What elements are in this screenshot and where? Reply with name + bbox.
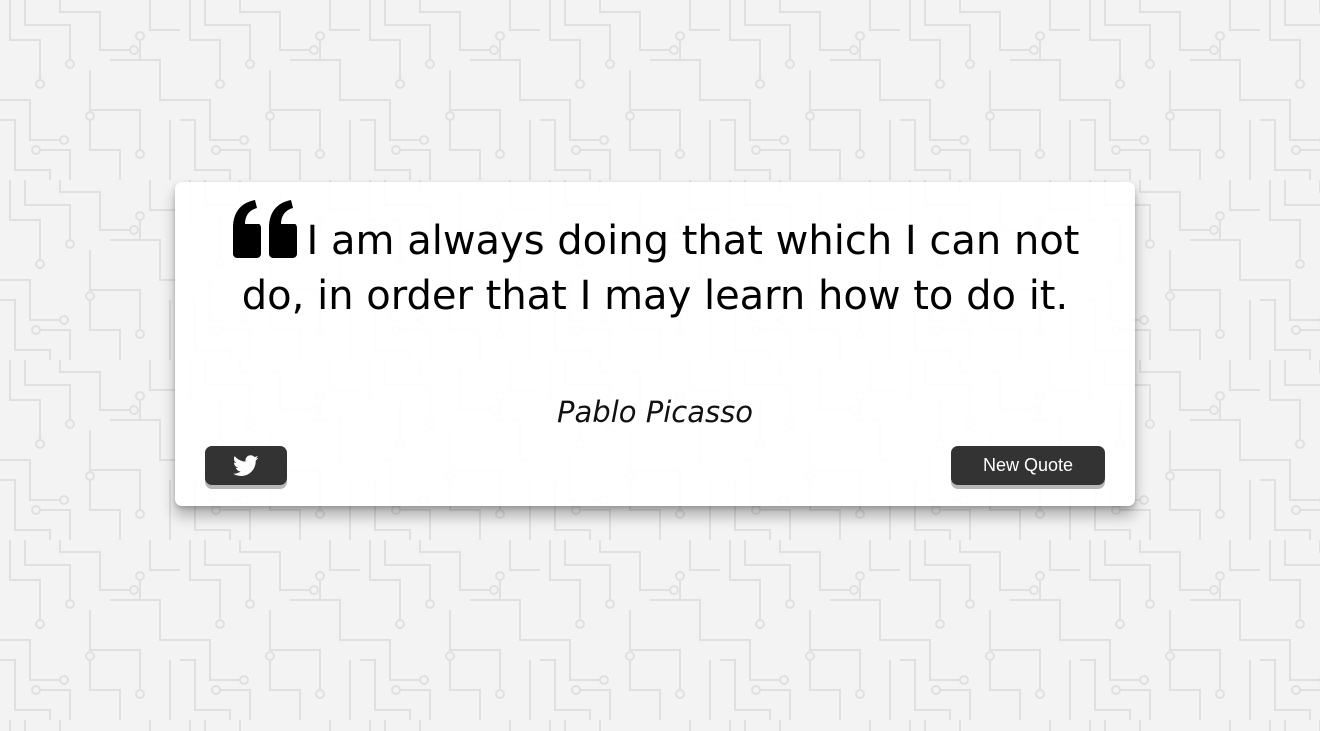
quote-box: I am always doing that which I can not d… [175,182,1135,506]
twitter-icon [233,454,259,476]
tweet-button[interactable] [205,446,287,485]
quote-text-content: I am always doing that which I can not d… [241,218,1080,319]
quote-left-icon [232,200,297,258]
new-quote-button[interactable]: New Quote [951,446,1105,485]
quote-text: I am always doing that which I can not d… [215,200,1095,324]
quote-author: Pablo Picasso [557,395,753,429]
